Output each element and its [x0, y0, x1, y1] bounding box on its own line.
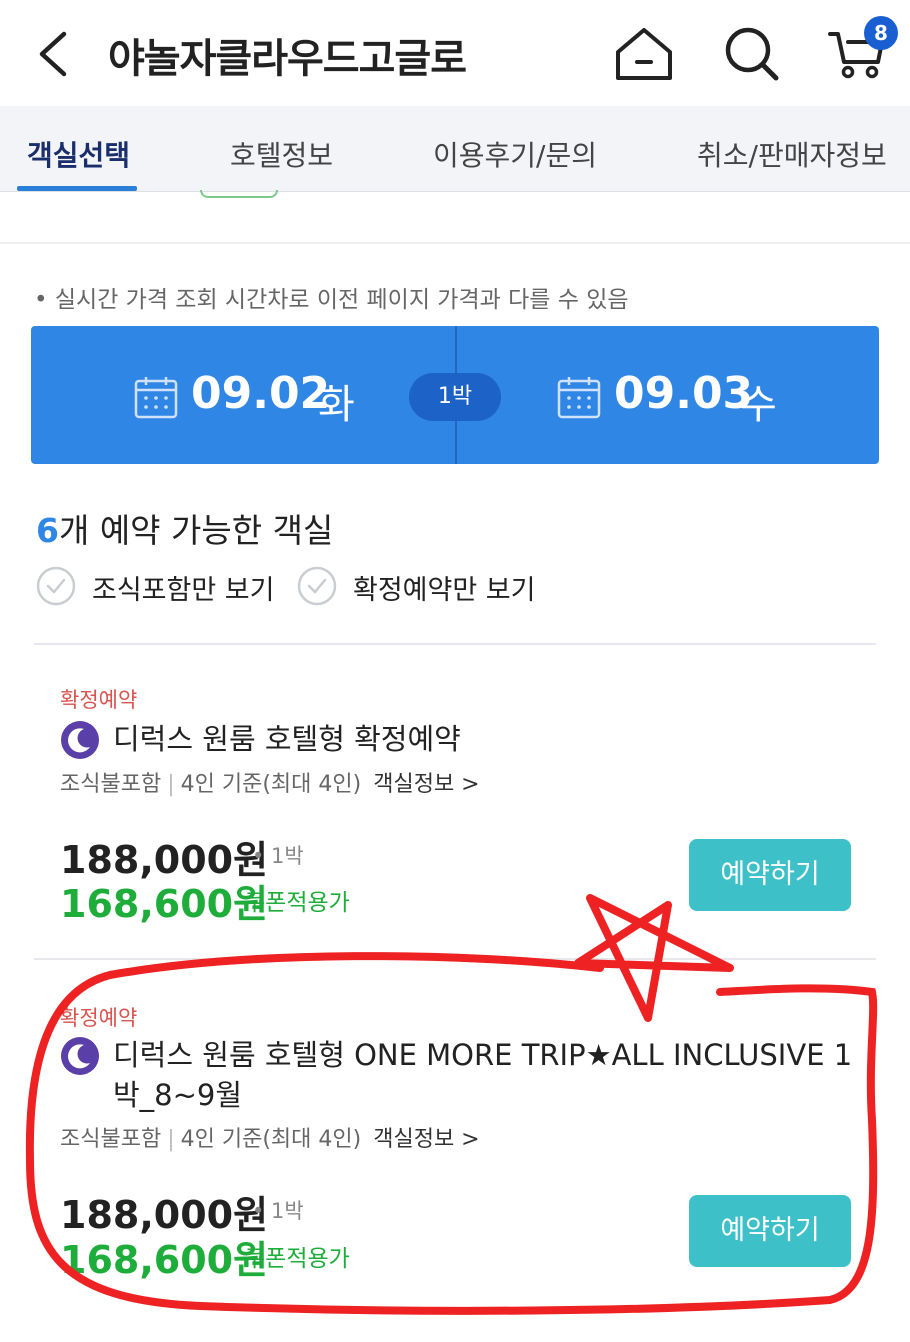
nights-label: • 1박 — [252, 844, 304, 868]
checkout-day: 수 — [740, 382, 777, 428]
moon-icon — [61, 1037, 99, 1075]
home-icon[interactable] — [612, 22, 676, 86]
nights-label: • 1박 — [252, 1199, 304, 1223]
cart-count-badge: 8 — [864, 16, 898, 50]
room-meta: 조식불포함 | 4인 기준(최대 4인) 객실정보 > — [60, 1121, 480, 1153]
coupon-label: 쿠폰적용가 — [244, 890, 350, 916]
active-tab-indicator — [17, 186, 137, 191]
check-circle-icon[interactable] — [36, 566, 76, 606]
confirmed-badge: 확정예약 — [60, 1006, 138, 1030]
search-icon[interactable] — [720, 22, 784, 86]
room-meta: 조식불포함 | 4인 기준(최대 4인) 객실정보 > — [60, 766, 480, 798]
moon-icon — [61, 721, 99, 759]
room-info-link[interactable]: 객실정보 > — [373, 772, 479, 797]
confirmed-badge: 확정예약 — [60, 688, 138, 712]
capacity-info: 4인 기준(최대 4인) — [180, 772, 362, 797]
tab-room-select[interactable]: 객실선택 — [27, 134, 130, 174]
checkout-date[interactable]: 09.03 — [614, 368, 753, 419]
tab-reviews[interactable]: 이용후기/문의 — [433, 134, 597, 174]
meta-separator: | — [167, 1127, 175, 1152]
available-text: 개 예약 가능한 객실 — [58, 511, 334, 550]
filter-breakfast-label: 조식포함만 보기 — [92, 575, 275, 606]
meta-separator: | — [167, 772, 175, 797]
coupon-label: 쿠폰적용가 — [244, 1246, 350, 1272]
book-button[interactable]: 예약하기 — [689, 1195, 851, 1267]
sale-price: 168,600원 — [60, 1238, 269, 1282]
tab-cancel-seller-info[interactable]: 취소/판매자정보 — [697, 134, 887, 174]
back-arrow-icon[interactable] — [34, 28, 74, 80]
list-divider — [34, 958, 876, 960]
top-bar: 야놀자클라우드고글로 8 — [0, 0, 910, 106]
checkin-date[interactable]: 09.02 — [191, 368, 330, 419]
book-button[interactable]: 예약하기 — [689, 839, 851, 911]
calendar-icon — [134, 377, 178, 419]
nights-pill: 1박 — [409, 373, 501, 421]
available-rooms-heading: 6개 예약 가능한 객실 — [36, 504, 333, 552]
section-divider — [0, 242, 910, 244]
breakfast-info: 조식불포함 — [60, 772, 162, 797]
available-count: 6 — [36, 511, 59, 550]
tab-bar: 객실선택 호텔정보 이용후기/문의 취소/판매자정보 — [0, 106, 910, 192]
checkin-day: 화 — [318, 382, 355, 428]
tab-hotel-info[interactable]: 호텔정보 — [230, 134, 333, 174]
sale-price: 168,600원 — [60, 882, 269, 926]
calendar-icon — [557, 377, 601, 419]
page-title: 야놀자클라우드고글로 — [108, 36, 467, 82]
list-divider — [34, 643, 876, 645]
check-circle-icon[interactable] — [297, 566, 337, 606]
scrolled-content-edge — [200, 190, 278, 198]
room-name[interactable]: 디럭스 원룸 호텔형 확정예약 — [113, 719, 461, 759]
capacity-info: 4인 기준(최대 4인) — [180, 1127, 362, 1152]
filter-confirmed-label: 확정예약만 보기 — [353, 575, 536, 606]
room-name[interactable]: 디럭스 원룸 호텔형 ONE MORE TRIP★ALL INCLUSIVE 1… — [113, 1035, 853, 1115]
room-info-link[interactable]: 객실정보 > — [373, 1127, 479, 1152]
price-notice: • 실시간 가격 조회 시간차로 이전 페이지 가격과 다를 수 있음 — [34, 287, 629, 313]
breakfast-info: 조식불포함 — [60, 1127, 162, 1152]
